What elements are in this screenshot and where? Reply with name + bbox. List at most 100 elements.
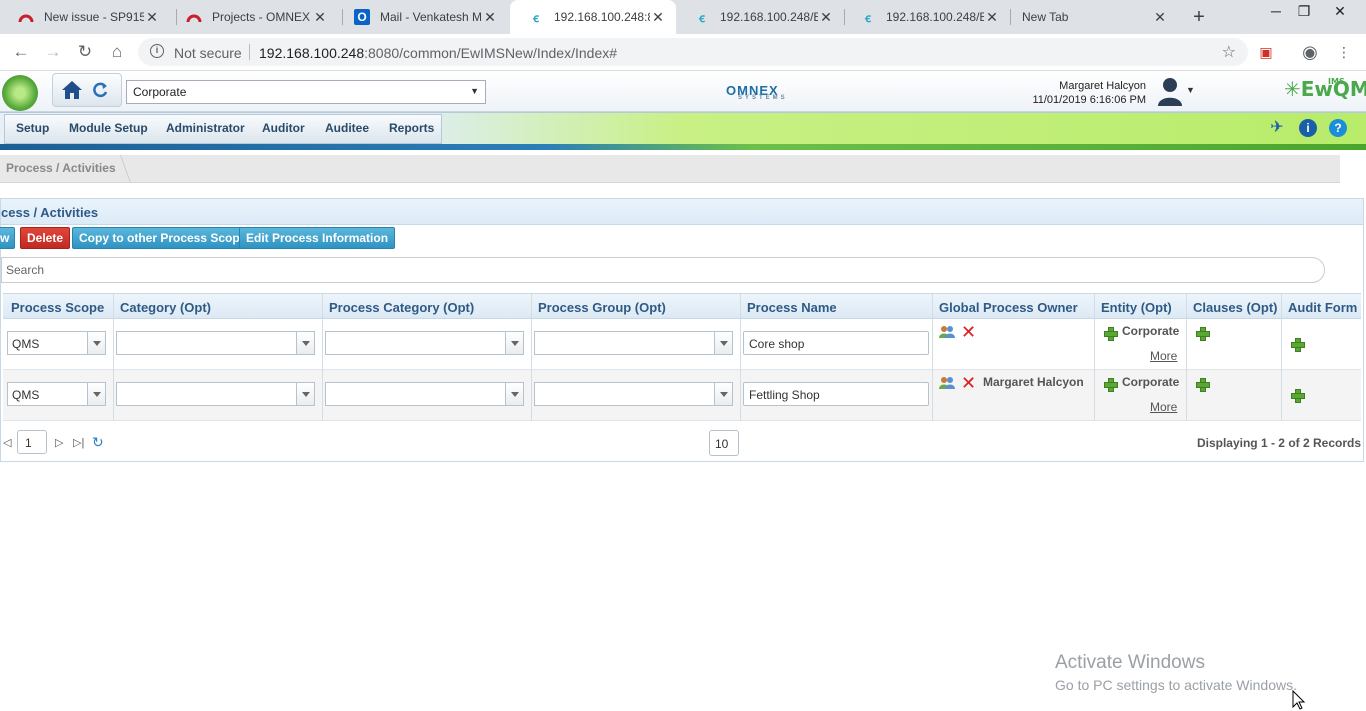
column-header-process-category[interactable]: Process Category (Opt) — [329, 300, 474, 315]
chevron-down-icon[interactable] — [505, 383, 523, 405]
chevron-down-icon[interactable] — [714, 332, 732, 354]
close-icon[interactable]: ✕ — [650, 9, 666, 26]
page-size-select[interactable]: 10 — [709, 430, 739, 456]
close-icon[interactable]: ✕ — [144, 9, 160, 26]
menu-item-module-setup[interactable]: Module Setup — [69, 121, 148, 135]
site-select[interactable]: Corporate ▼ — [126, 80, 486, 104]
browser-tab[interactable]: New Tab ✕ — [1012, 0, 1178, 34]
product-sub: IMS — [1328, 77, 1345, 86]
browser-tab[interactable]: ꞓ 192.168.100.248/Ew ✕ — [842, 0, 1010, 34]
menu-item-auditee[interactable]: Auditee — [325, 121, 369, 135]
edit-process-information-button[interactable]: Edit Process Information — [239, 227, 396, 249]
menu-item-administrator[interactable]: Administrator — [166, 121, 245, 135]
process-category-combo[interactable] — [325, 331, 524, 355]
user-avatar-icon[interactable] — [1156, 76, 1184, 106]
menu-item-reports[interactable]: Reports — [389, 121, 434, 135]
add-entity-icon[interactable] — [1104, 378, 1118, 392]
chevron-down-icon[interactable] — [296, 383, 314, 405]
column-header-entity[interactable]: Entity (Opt) — [1101, 300, 1172, 315]
delete-button[interactable]: Delete — [20, 227, 71, 249]
column-divider — [740, 294, 741, 318]
category-combo[interactable] — [116, 382, 315, 406]
pin-icon[interactable]: ✈ — [1268, 119, 1286, 137]
add-entity-icon[interactable] — [1104, 327, 1118, 341]
add-clause-icon[interactable] — [1196, 327, 1210, 341]
page-number-input[interactable]: 1 — [17, 430, 47, 454]
prev-page-icon[interactable]: ◁ — [3, 436, 11, 449]
process-scope-combo[interactable]: QMS — [7, 331, 106, 355]
chevron-down-icon[interactable] — [505, 332, 523, 354]
remove-icon[interactable]: ✕ — [961, 374, 976, 392]
close-icon[interactable]: ✕ — [482, 9, 498, 26]
more-link[interactable]: More — [1150, 400, 1177, 414]
back-arrow-icon[interactable]: ← — [10, 41, 32, 63]
add-audit-form-icon[interactable] — [1291, 338, 1305, 352]
chevron-down-icon[interactable] — [714, 383, 732, 405]
process-name-field[interactable]: Fettling Shop — [743, 382, 929, 406]
info-icon[interactable]: i — [1299, 119, 1317, 137]
caret-down-icon[interactable]: ▼ — [1186, 85, 1195, 95]
refresh-icon[interactable]: ↻ — [92, 434, 104, 451]
process-scope-combo[interactable]: QMS — [7, 382, 106, 406]
add-clause-icon[interactable] — [1196, 378, 1210, 392]
browser-tab-active[interactable]: ꞓ 192.168.100.248:80 ✕ — [510, 0, 676, 34]
process-category-combo[interactable] — [325, 382, 524, 406]
breadcrumb-item[interactable]: Process / Activities — [6, 161, 116, 175]
remove-icon[interactable]: ✕ — [961, 323, 976, 341]
refresh-icon[interactable] — [91, 81, 109, 99]
table-row[interactable]: QMS Core shop ✕ Corporate More — [3, 319, 1361, 370]
process-name-field[interactable]: Core shop — [743, 331, 929, 355]
column-header-global-process-owner[interactable]: Global Process Owner — [939, 300, 1078, 315]
copy-process-scope-button[interactable]: Copy to other Process Scope — [72, 227, 254, 249]
column-header-process-group[interactable]: Process Group (Opt) — [538, 300, 666, 315]
help-icon[interactable]: ? — [1329, 119, 1347, 137]
column-header-category[interactable]: Category (Opt) — [120, 300, 211, 315]
forward-arrow-icon[interactable]: → — [42, 41, 64, 63]
process-group-combo[interactable] — [534, 331, 733, 355]
chevron-down-icon[interactable] — [87, 383, 105, 405]
app-header: Corporate ▼ OMNEX SYSTEMS Margaret Halcy… — [0, 71, 1366, 112]
info-icon[interactable]: i — [150, 44, 164, 58]
window-close-button[interactable]: ✕ — [1322, 0, 1358, 30]
column-header-audit-form[interactable]: Audit Form — [1288, 300, 1357, 315]
browser-tab[interactable]: Projects - OMNEX I ✕ — [168, 0, 338, 34]
home-icon[interactable]: ⌂ — [106, 41, 128, 63]
column-header-process-name[interactable]: Process Name — [747, 300, 837, 315]
browser-tab[interactable]: ꞓ 192.168.100.248/Ew ✕ — [676, 0, 844, 34]
add-users-icon[interactable] — [939, 376, 955, 390]
column-divider — [531, 319, 532, 370]
url-omnibox[interactable]: i Not secure 192.168.100.248:8080/common… — [138, 38, 1248, 66]
url-text[interactable]: 192.168.100.248:8080/common/EwIMSNew/Ind… — [259, 45, 617, 61]
close-icon[interactable]: ✕ — [312, 9, 328, 26]
close-icon[interactable]: ✕ — [1152, 9, 1168, 26]
chevron-down-icon[interactable] — [296, 332, 314, 354]
maximize-button[interactable]: ❐ — [1286, 0, 1322, 30]
menu-dots-icon[interactable]: ⋮ — [1334, 42, 1354, 62]
column-header-clauses[interactable]: Clauses (Opt) — [1193, 300, 1278, 315]
browser-tab[interactable]: O Mail - Venkatesh M ✕ — [336, 0, 508, 34]
add-audit-form-icon[interactable] — [1291, 389, 1305, 403]
menu-item-auditor[interactable]: Auditor — [262, 121, 305, 135]
home-icon[interactable] — [61, 80, 83, 100]
next-page-icon[interactable]: ▷ — [55, 436, 63, 449]
bookmark-star-icon[interactable]: ☆ — [1222, 42, 1236, 62]
pdf-extension-icon[interactable]: ▣ — [1256, 42, 1276, 62]
close-icon[interactable]: ✕ — [984, 9, 1000, 26]
profile-icon[interactable]: ◉ — [1300, 42, 1320, 62]
column-divider — [322, 370, 323, 421]
new-button[interactable]: w — [0, 227, 15, 249]
more-link[interactable]: More — [1150, 349, 1177, 363]
table-row[interactable]: QMS Fettling Shop ✕ Margaret Halcyon Cor… — [3, 370, 1361, 421]
browser-tab[interactable]: New issue - SP915 ✕ — [0, 0, 170, 34]
add-users-icon[interactable] — [939, 325, 955, 339]
new-tab-button[interactable]: + — [1188, 6, 1210, 28]
process-group-combo[interactable] — [534, 382, 733, 406]
chevron-down-icon[interactable] — [87, 332, 105, 354]
column-header-process-scope[interactable]: Process Scope — [11, 300, 104, 315]
category-combo[interactable] — [116, 331, 315, 355]
menu-item-setup[interactable]: Setup — [16, 121, 49, 135]
close-icon[interactable]: ✕ — [818, 9, 834, 26]
search-input[interactable] — [2, 258, 1324, 282]
last-page-icon[interactable]: ▷| — [73, 436, 84, 449]
reload-icon[interactable]: ↻ — [74, 41, 96, 63]
